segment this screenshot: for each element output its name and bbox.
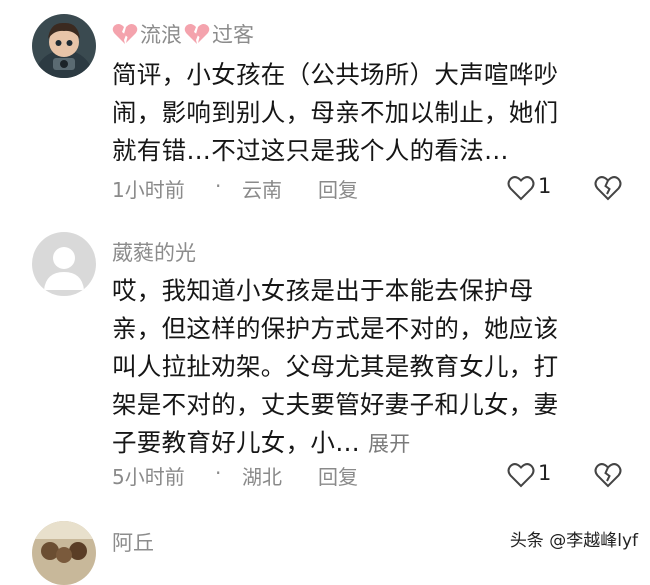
reply-button[interactable]: 回复 [318, 461, 358, 490]
avatar-boy-icon [32, 14, 96, 78]
comment-2-line-last: 子要教育好儿女，小… 展开 [112, 424, 620, 463]
avatar-2[interactable] [32, 232, 96, 296]
username-1[interactable]: 流浪 过客 [112, 19, 254, 49]
comment-2-line: 架是不对的，丈夫要管好妻子和儿女，妻 [112, 390, 559, 419]
avatar-3[interactable] [32, 521, 96, 585]
like-count: 1 [538, 174, 552, 198]
reply-button[interactable]: 回复 [318, 174, 358, 203]
separator-dot: · [215, 174, 222, 198]
broken-heart-icon [184, 24, 210, 44]
username-1-part-a: 流浪 [140, 23, 182, 47]
timestamp: 1小时前 [112, 178, 185, 202]
like-count: 1 [538, 461, 552, 485]
dislike-heart-icon[interactable] [594, 462, 622, 488]
comment-text-2[interactable]: 哎，我知道小女孩是出于本能去保护母 亲，但这样的保护方式是不对的，她应该 叫人拉… [112, 272, 620, 463]
comment-2-line: 子要教育好儿女，小… [112, 428, 360, 457]
comment-meta-2: 5小时前 · 湖北 回复 1 [112, 461, 632, 493]
comment-2-line: 哎，我知道小女孩是出于本能去保护母 [112, 276, 534, 305]
heart-outline-icon[interactable] [507, 175, 535, 201]
username-1-part-b: 过客 [212, 23, 254, 47]
dislike-heart-icon[interactable] [594, 175, 622, 201]
comment-2-line: 叫人拉扯劝架。父母尤其是教育女儿，打 [112, 352, 559, 381]
avatar-1[interactable] [32, 14, 96, 78]
comment-1-line: 简评，小女孩在（公共场所）大声喧哗吵 [112, 60, 559, 89]
expand-button[interactable]: 展开 [368, 432, 411, 456]
avatar-photo-icon [32, 521, 96, 585]
comment-2-line: 亲，但这样的保护方式是不对的，她应该 [112, 314, 559, 343]
watermark: 头条 @李越峰lyf [509, 531, 638, 551]
broken-heart-icon [112, 24, 138, 44]
comment-1-line: 就有错…不过这只是我个人的看法… [112, 136, 509, 165]
comment-1-line: 闹，影响到别人，母亲不加以制止，她们 [112, 98, 559, 127]
comment-meta-1: 1小时前 · 云南 回复 1 [112, 174, 632, 206]
username-3[interactable]: 阿丘 [112, 527, 154, 557]
heart-outline-icon[interactable] [507, 462, 535, 488]
location: 云南 [242, 178, 282, 202]
location: 湖北 [242, 465, 282, 489]
comment-text-1[interactable]: 简评，小女孩在（公共场所）大声喧哗吵 闹，影响到别人，母亲不加以制止，她们 就有… [112, 56, 620, 170]
separator-dot: · [215, 461, 222, 485]
timestamp: 5小时前 [112, 465, 185, 489]
default-avatar-icon [32, 232, 96, 296]
username-2[interactable]: 葳蕤的光 [112, 237, 196, 267]
